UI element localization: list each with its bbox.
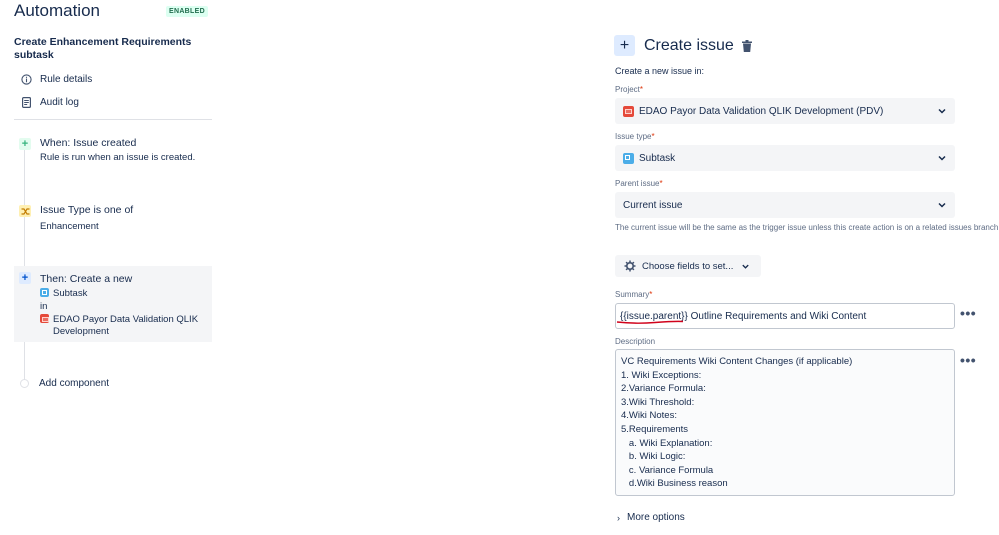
action-title: Then: Create a new [40, 273, 133, 285]
add-component-label: Add component [39, 378, 110, 389]
chevron-down-icon [938, 155, 946, 161]
divider [14, 119, 212, 120]
required-mark: * [651, 132, 655, 141]
parent-issue-select[interactable]: Current issue [615, 192, 955, 218]
rule-sidebar: Automation ENABLED Create Enhancement Re… [0, 0, 215, 535]
action-project-line1: EDAO Payor Data Validation QLIK [53, 314, 199, 325]
required-mark: * [639, 85, 644, 94]
status-badge: ENABLED [166, 6, 208, 17]
project-select[interactable]: EDAO Payor Data Validation QLIK Developm… [615, 98, 955, 124]
trigger-step[interactable]: + When: Issue created Rule is run when a… [14, 137, 212, 169]
issue-type-label: Issue type* [615, 132, 655, 141]
add-component-dot [20, 379, 29, 388]
panel-title: Create issue [644, 36, 734, 54]
required-mark: * [659, 179, 663, 188]
description-textarea[interactable]: VC Requirements Wiki Content Changes (if… [615, 349, 955, 496]
action-project-line2: Development [53, 326, 109, 337]
condition-value: Enhancement [40, 221, 99, 232]
branch-icon [19, 205, 31, 217]
parent-issue-label: Parent issue* [615, 179, 663, 188]
document-icon [20, 96, 32, 108]
create-issue-panel: + Create issue Create a new issue in: Pr… [614, 0, 999, 535]
project-value: EDAO Payor Data Validation QLIK Developm… [639, 105, 884, 117]
info-icon [20, 73, 32, 85]
chevron-right-icon: › [617, 512, 620, 523]
trigger-description: Rule is run when an issue is created. [40, 152, 196, 163]
plus-icon: + [614, 35, 635, 56]
required-mark: * [649, 290, 653, 299]
choose-fields-label: Choose fields to set... [642, 260, 734, 272]
choose-fields-button[interactable]: Choose fields to set... [615, 255, 761, 277]
nav-rule-details[interactable]: Rule details [20, 71, 92, 87]
plus-icon: + [19, 138, 31, 150]
action-issue-type-label: Subtask [53, 288, 88, 299]
trash-icon[interactable] [741, 39, 752, 52]
plus-icon: + [19, 272, 31, 284]
summary-input[interactable]: {{issue.parent}} Outline Requirements an… [615, 303, 955, 329]
add-component-button[interactable]: Add component [20, 378, 109, 389]
intro-text: Create a new issue in: [615, 66, 705, 76]
action-step[interactable]: + Then: Create a new Subtask in EDAO Pay… [14, 266, 212, 342]
parent-issue-value: Current issue [623, 199, 683, 211]
more-options-label: More options [627, 512, 685, 523]
trigger-title: When: Issue created [40, 137, 137, 149]
subtask-icon [40, 288, 49, 297]
project-icon [40, 314, 49, 323]
panel-header: + Create issue [614, 35, 752, 56]
condition-step[interactable]: Issue Type is one of Enhancement [14, 204, 212, 236]
red-annotation-underline [616, 320, 684, 324]
more-options-toggle[interactable]: › More options [617, 512, 685, 523]
gear-icon [624, 260, 636, 272]
condition-title: Issue Type is one of [40, 204, 134, 216]
project-label: Project* [615, 85, 644, 94]
action-issue-type: Subtask [40, 288, 87, 299]
chevron-down-icon [938, 202, 946, 208]
nav-audit-log[interactable]: Audit log [20, 94, 79, 110]
nav-label: Rule details [40, 73, 93, 85]
parent-issue-hint: The current issue will be the same as th… [615, 223, 999, 232]
rule-timeline-line [24, 138, 25, 384]
subtask-icon [623, 152, 634, 164]
issue-type-value: Subtask [639, 152, 676, 164]
chevron-down-icon [742, 264, 750, 269]
project-icon [623, 105, 634, 117]
action-project: EDAO Payor Data Validation QLIK Developm… [40, 314, 198, 338]
description-more-actions-button[interactable]: ••• [960, 352, 976, 368]
nav-label: Audit log [40, 96, 79, 108]
summary-more-actions-button[interactable]: ••• [960, 305, 976, 321]
rule-name[interactable]: Create Enhancement Requirements subtask [14, 36, 204, 62]
action-in-label: in [40, 301, 48, 312]
chevron-down-icon [938, 108, 946, 114]
app-title: Automation [14, 1, 100, 20]
description-label: Description [615, 337, 656, 346]
summary-label: Summary* [615, 290, 653, 299]
issue-type-select[interactable]: Subtask [615, 145, 955, 171]
